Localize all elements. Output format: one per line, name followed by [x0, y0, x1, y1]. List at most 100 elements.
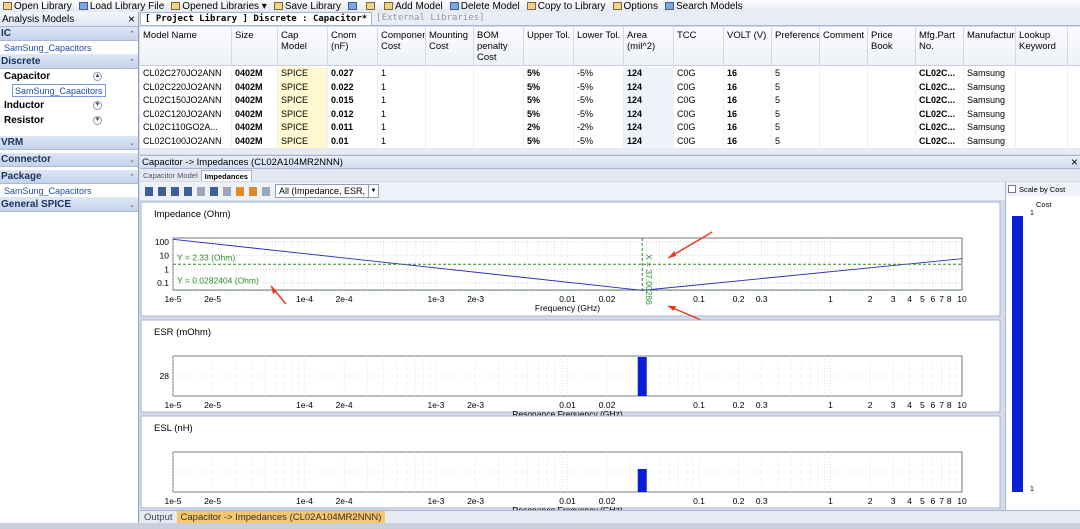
chevron-down-icon[interactable]: ⌄	[129, 139, 135, 147]
table-row[interactable]: CL02C270JO2ANN 0402M SPICE 0.027 1 5% -5% 124 C0…	[140, 67, 1080, 81]
chevron-down-icon[interactable]: ⌄	[129, 156, 135, 164]
column-header[interactable]: Price Book	[868, 27, 916, 66]
column-header[interactable]: BOM penalty Cost	[474, 27, 524, 66]
layout-stack-icon[interactable]	[249, 186, 257, 196]
view-select[interactable]: All (Impedance, ESR, ▼	[275, 184, 379, 198]
table-cell	[820, 80, 868, 94]
package-library-link[interactable]: SamSung_Capacitors	[0, 184, 138, 198]
x-tick-label: 1e-3	[427, 294, 444, 304]
column-header[interactable]: Manufacturer	[964, 27, 1016, 66]
toolbar-button-1[interactable]: Load Library File	[76, 0, 168, 12]
x-axis-label: Frequency (GHz)	[535, 303, 600, 313]
toolbar-button-7[interactable]: Delete Model	[447, 0, 524, 12]
table-row[interactable]: CL02C100JO2ANN 0402M SPICE 0.01 1 5% -5% 124 C0G…	[140, 134, 1080, 148]
x-tick-label: 10	[957, 294, 967, 304]
table-cell: 0.01	[328, 134, 378, 148]
print-icon[interactable]	[223, 186, 231, 196]
x-tick-label: 0.1	[693, 496, 705, 506]
table-cell: SPICE	[278, 80, 328, 94]
close-icon[interactable]: ×	[1071, 155, 1078, 169]
column-header[interactable]: Area (mil^2)	[624, 27, 674, 66]
toolbar-button-label: Opened Libraries ▾	[182, 0, 267, 12]
table-cell: 0402M	[232, 121, 278, 135]
column-header[interactable]: VOLT (V)	[724, 27, 772, 66]
table-cell	[426, 94, 474, 108]
column-header[interactable]: Lower Tol.	[574, 27, 624, 66]
toolbar-button-2[interactable]: Opened Libraries ▾	[168, 0, 271, 12]
column-header[interactable]: Mfg.Part No.	[916, 27, 964, 66]
table-row[interactable]: CL02C110GO2A... 0402M SPICE 0.011 1 2% -2% 124 C…	[140, 121, 1080, 135]
tab-impedances[interactable]: Impedances	[200, 170, 252, 181]
toolbar-button-6[interactable]: Add Model	[381, 0, 447, 12]
expand-icon[interactable]: ▼	[93, 116, 102, 125]
layout-grid-icon[interactable]	[262, 186, 270, 196]
pan-left-right-icon[interactable]	[145, 186, 153, 196]
chevron-down-icon[interactable]: ⌄	[129, 201, 135, 209]
table-row[interactable]: CL02C220JO2ANN 0402M SPICE 0.022 1 5% -5% 124 C0…	[140, 80, 1080, 94]
column-header[interactable]: Model Name	[140, 27, 232, 66]
zoom-horizontal-icon[interactable]	[158, 186, 166, 196]
collapse-icon[interactable]: ▲	[93, 72, 102, 81]
column-header[interactable]: Cap Model	[278, 27, 328, 66]
chevron-up-icon[interactable]: ⌃	[129, 30, 135, 38]
cost-bar	[1012, 216, 1023, 492]
ic-library-link[interactable]: SamSung_Capacitors	[0, 41, 138, 55]
scale-by-cost[interactable]: Scale by Cost	[1006, 182, 1080, 196]
group-discrete[interactable]: Discrete ⌃	[0, 55, 138, 69]
table-cell	[474, 80, 524, 94]
horizontal-scrollbar[interactable]	[140, 148, 1080, 154]
checkbox-icon[interactable]	[1008, 185, 1016, 193]
x-tick-label: 4	[907, 400, 912, 410]
pan-vertical-icon[interactable]	[171, 186, 179, 196]
toolbar-button-0[interactable]: Open Library	[0, 0, 76, 12]
close-icon[interactable]: ×	[128, 12, 135, 26]
category-capacitor[interactable]: Capacitor ▲	[0, 69, 138, 84]
layout-single-icon[interactable]	[236, 186, 244, 196]
expand-icon[interactable]: ▼	[93, 101, 102, 110]
hand-pan-icon[interactable]	[197, 186, 205, 196]
column-header[interactable]: Comment	[820, 27, 868, 66]
group-vrm[interactable]: VRM ⌄	[0, 136, 138, 150]
table-cell: 1	[378, 67, 426, 81]
dropdown-arrow-icon[interactable]: ▼	[368, 185, 378, 197]
column-header[interactable]: Mounting Cost	[426, 27, 474, 66]
tab-project-library[interactable]: [ Project Library ] Discrete : Capacitor…	[140, 12, 373, 25]
group-connector[interactable]: Connector ⌄	[0, 153, 138, 167]
column-header[interactable]: Component Cost	[378, 27, 426, 66]
copy-chart-icon[interactable]	[210, 186, 218, 196]
zoom-vertical-icon[interactable]	[184, 186, 192, 196]
group-discrete-label: Discrete	[1, 56, 41, 67]
capacitor-library-link[interactable]: SamSung_Capacitors	[12, 84, 106, 97]
column-header[interactable]: Size	[232, 27, 278, 66]
toolbar-button-9[interactable]: Options	[610, 0, 662, 12]
column-header[interactable]: Preference	[772, 27, 820, 66]
toolbar-button-10[interactable]: Search Models	[662, 0, 747, 12]
chevron-up-icon[interactable]: ⌃	[129, 173, 135, 181]
toolbar-button-3[interactable]: Save Library	[271, 0, 345, 12]
group-package[interactable]: Package ⌃	[0, 170, 138, 184]
cost-bottom-value: 1	[1030, 486, 1034, 493]
column-header[interactable]: Lookup Keyword	[1016, 27, 1068, 66]
toolbar-button-label: Load Library File	[89, 0, 165, 12]
split-view-icon	[347, 2, 357, 10]
toolbar-button-4[interactable]	[345, 0, 363, 12]
table-cell	[868, 80, 916, 94]
table-row[interactable]: CL02C120JO2ANN 0402M SPICE 0.012 1 5% -5% 124 C0…	[140, 107, 1080, 121]
group-general-spice[interactable]: General SPICE ⌄	[0, 198, 138, 212]
toolbar-button-8[interactable]: Copy to Library	[524, 0, 610, 12]
group-ic[interactable]: IC ⌃	[0, 27, 138, 41]
table-cell	[1016, 94, 1068, 108]
tab-capacitor-model[interactable]: Capacitor Model	[140, 170, 201, 181]
chevron-up-icon[interactable]: ⌃	[129, 58, 135, 66]
category-resistor[interactable]: Resistor ▼	[0, 113, 138, 128]
load-file-icon	[78, 2, 88, 10]
tab-external-libraries[interactable]: [External Libraries]	[372, 12, 488, 25]
column-header[interactable]: Cnom (nF)	[328, 27, 378, 66]
category-inductor[interactable]: Inductor ▼	[0, 98, 138, 113]
table-row[interactable]: CL02C150JO2ANN 0402M SPICE 0.015 1 5% -5% 124 C0…	[140, 94, 1080, 108]
group-connector-label: Connector	[1, 154, 51, 165]
table-cell	[868, 107, 916, 121]
toolbar-button-5[interactable]	[363, 0, 381, 12]
column-header[interactable]: Upper Tol.	[524, 27, 574, 66]
column-header[interactable]: TCC	[674, 27, 724, 66]
